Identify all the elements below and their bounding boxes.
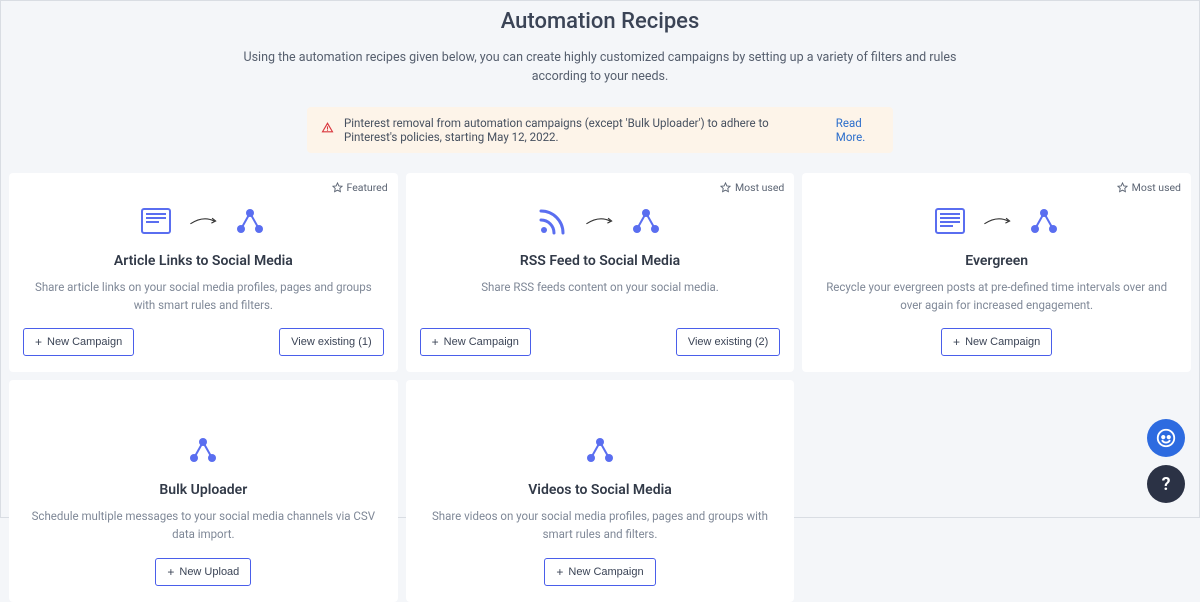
arrow-icon bbox=[189, 214, 217, 228]
card-description: Share RSS feeds content on your social m… bbox=[475, 279, 725, 315]
card-icon-row bbox=[141, 203, 265, 239]
button-label: View existing (1) bbox=[291, 336, 372, 348]
plus-icon: + bbox=[35, 336, 42, 348]
chat-fab[interactable] bbox=[1147, 419, 1185, 457]
view-existing-button[interactable]: View existing (2) bbox=[676, 328, 781, 356]
card-title: Bulk Uploader bbox=[159, 482, 247, 498]
badge-label: Most used bbox=[1132, 181, 1181, 194]
new-campaign-button[interactable]: + New Campaign bbox=[544, 558, 655, 586]
button-label: View existing (2) bbox=[688, 336, 769, 348]
document-icon bbox=[935, 208, 965, 234]
card-icon-row bbox=[539, 203, 661, 239]
button-label: New Campaign bbox=[965, 336, 1040, 348]
share-nodes-icon bbox=[235, 207, 265, 235]
button-label: New Campaign bbox=[47, 336, 122, 348]
new-campaign-button[interactable]: + New Campaign bbox=[23, 328, 134, 356]
card-icon-row bbox=[935, 203, 1059, 239]
plus-icon: + bbox=[953, 336, 960, 348]
article-icon bbox=[141, 208, 171, 234]
plus-icon: + bbox=[432, 336, 439, 348]
card-description: Schedule multiple messages to your socia… bbox=[23, 508, 384, 544]
help-fab[interactable]: ? bbox=[1147, 465, 1185, 503]
warning-icon bbox=[321, 121, 334, 138]
question-icon: ? bbox=[1162, 474, 1171, 495]
card-bulk-uploader: Bulk Uploader Schedule multiple messages… bbox=[9, 380, 398, 602]
plus-icon: + bbox=[556, 566, 563, 578]
arrow-icon bbox=[983, 214, 1011, 228]
alert-text: Pinterest removal from automation campai… bbox=[344, 116, 820, 144]
star-icon bbox=[1117, 182, 1128, 193]
arrow-icon bbox=[585, 214, 613, 228]
button-label: New Upload bbox=[179, 566, 239, 578]
page-subtitle: Using the automation recipes given below… bbox=[220, 48, 980, 87]
card-title: Article Links to Social Media bbox=[114, 253, 293, 269]
rss-icon bbox=[539, 207, 567, 235]
card-description: Share videos on your social media profil… bbox=[420, 508, 781, 544]
new-campaign-button[interactable]: + New Campaign bbox=[941, 328, 1052, 356]
share-nodes-icon bbox=[631, 207, 661, 235]
new-campaign-button[interactable]: + New Campaign bbox=[420, 328, 531, 356]
plus-icon: + bbox=[167, 566, 174, 578]
button-label: New Campaign bbox=[568, 566, 643, 578]
badge-label: Featured bbox=[347, 181, 388, 194]
card-icon-row bbox=[585, 432, 615, 468]
most-used-badge: Most used bbox=[720, 181, 784, 194]
button-label: New Campaign bbox=[444, 336, 519, 348]
card-evergreen: Most used Evergreen Recycle your evergre… bbox=[802, 173, 1191, 373]
card-icon-row bbox=[188, 432, 218, 468]
alert-banner: Pinterest removal from automation campai… bbox=[307, 107, 893, 153]
star-icon bbox=[720, 182, 731, 193]
new-upload-button[interactable]: + New Upload bbox=[155, 558, 251, 586]
card-rss-feed: Most used RSS Feed to Social Media Share… bbox=[406, 173, 795, 373]
card-description: Recycle your evergreen posts at pre-defi… bbox=[816, 279, 1177, 315]
badge-label: Most used bbox=[735, 181, 784, 194]
share-nodes-icon bbox=[1029, 207, 1059, 235]
page-title: Automation Recipes bbox=[9, 9, 1191, 34]
card-article-links: Featured Article Links to Social Media S… bbox=[9, 173, 398, 373]
featured-badge: Featured bbox=[332, 181, 388, 194]
card-description: Share article links on your social media… bbox=[23, 279, 384, 315]
share-nodes-icon bbox=[585, 436, 615, 464]
card-title: Evergreen bbox=[965, 253, 1028, 269]
recipe-grid: Featured Article Links to Social Media S… bbox=[9, 173, 1191, 602]
view-existing-button[interactable]: View existing (1) bbox=[279, 328, 384, 356]
most-used-badge: Most used bbox=[1117, 181, 1181, 194]
star-icon bbox=[332, 182, 343, 193]
alert-read-more-link[interactable]: Read More. bbox=[836, 116, 879, 144]
card-title: RSS Feed to Social Media bbox=[520, 253, 680, 269]
card-title: Videos to Social Media bbox=[528, 482, 672, 498]
card-videos: Videos to Social Media Share videos on y… bbox=[406, 380, 795, 602]
chatbot-icon bbox=[1155, 427, 1177, 449]
share-nodes-icon bbox=[188, 436, 218, 464]
